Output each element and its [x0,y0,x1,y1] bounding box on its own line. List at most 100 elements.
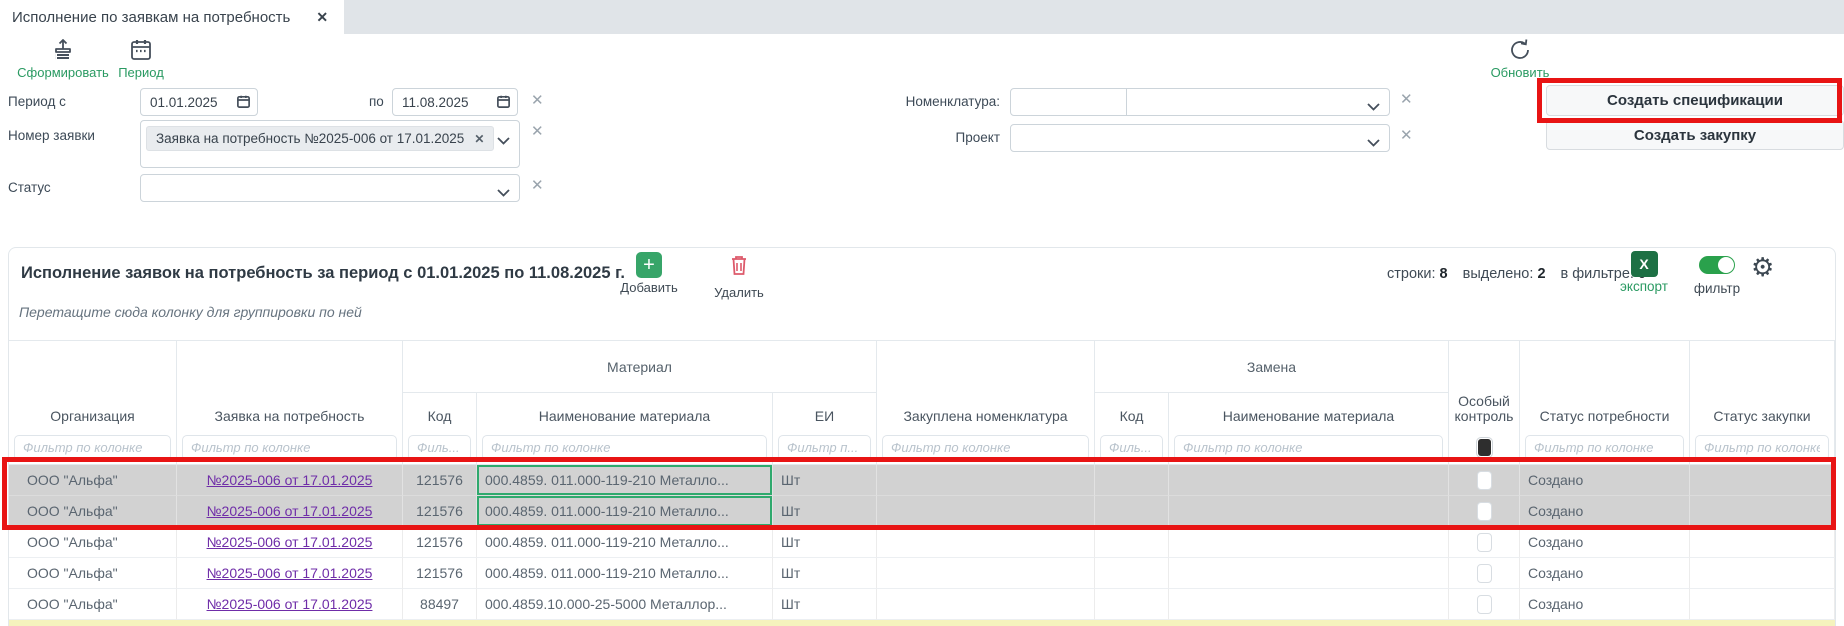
project-clear-icon[interactable]: ✕ [1400,126,1413,144]
nomenclature-select[interactable] [1010,88,1390,116]
cell-material-code[interactable]: 121576 [403,527,477,558]
chevron-down-icon[interactable] [1367,99,1380,114]
group-header-material[interactable]: Материал [403,341,877,393]
cell-replacement-material[interactable] [1169,496,1449,527]
delete-row-button[interactable]: Удалить [697,252,781,300]
cell-request[interactable]: №2025-006 от 17.01.2025 [177,465,403,496]
cell-request[interactable]: №2025-006 от 17.01.2025 [177,589,403,620]
create-specifications-button[interactable]: Создать спецификации [1546,85,1844,116]
special-control-filter-icon[interactable] [1478,439,1491,456]
cell-material[interactable]: 000.4859. 011.000-119-210 Металло... [477,496,773,527]
cell-special-control[interactable] [1449,496,1520,527]
cell-material[interactable]: 000.4859. 011.000-119-210 Металло... [477,527,773,558]
cell-unit[interactable]: Шт [773,558,877,589]
column-filter-replacement-name[interactable] [1174,435,1443,461]
request-link[interactable]: №2025-006 от 17.01.2025 [207,596,373,612]
cell-special-control[interactable] [1449,465,1520,496]
column-filter-organization[interactable] [14,435,171,461]
column-header-replacement-name[interactable]: Наименование материала [1169,393,1449,431]
special-control-checkbox[interactable] [1477,533,1492,552]
cell-need-status[interactable]: Создано [1520,527,1690,558]
period-to-input[interactable] [392,88,518,116]
cell-replacement-material[interactable] [1169,527,1449,558]
cell-purchase-status[interactable] [1690,527,1835,558]
special-control-checkbox[interactable] [1477,471,1492,490]
project-select[interactable] [1010,124,1390,152]
cell-unit[interactable]: Шт [773,465,877,496]
tab-close-icon[interactable]: ✕ [316,9,328,26]
column-header-unit[interactable]: ЕИ [773,393,877,431]
column-filter-purchased[interactable] [882,435,1089,461]
cell-organization[interactable]: ООО "Альфа" [9,527,177,558]
column-header-material-code[interactable]: Код [403,393,477,431]
cell-unit[interactable]: Шт [773,589,877,620]
cell-purchased[interactable] [877,589,1095,620]
chevron-down-icon[interactable] [497,133,510,148]
period-button[interactable]: Период [96,37,186,80]
column-filter-request[interactable] [182,435,397,461]
status-clear-icon[interactable]: ✕ [531,176,544,194]
export-excel-button[interactable]: X экспорт [1613,251,1675,294]
period-from-input[interactable] [140,88,258,116]
cell-special-control[interactable] [1449,558,1520,589]
column-filter-need-status[interactable] [1525,435,1684,461]
period-clear-icon[interactable]: ✕ [531,91,544,109]
column-filter-unit[interactable] [778,435,871,461]
add-row-button[interactable]: + Добавить [607,252,691,295]
status-select[interactable] [140,174,520,202]
cell-replacement-material[interactable] [1169,465,1449,496]
column-header-material-name[interactable]: Наименование материала [477,393,773,431]
cell-material-code[interactable]: 121576 [403,465,477,496]
cell-purchased[interactable] [877,527,1095,558]
request-link[interactable]: №2025-006 от 17.01.2025 [207,534,373,550]
cell-material[interactable]: 000.4859.10.000-25-5000 Металлор... [477,589,773,620]
cell-purchased[interactable] [877,558,1095,589]
cell-organization[interactable]: ООО "Альфа" [9,496,177,527]
request-number-multiselect[interactable]: Заявка на потребность №2025-006 от 17.01… [140,120,520,168]
column-filter-replacement-code[interactable] [1100,435,1163,461]
cell-replacement-material[interactable] [1169,589,1449,620]
create-purchase-button[interactable]: Создать закупку [1546,120,1844,150]
cell-purchase-status[interactable] [1690,465,1835,496]
column-header-purchased-nomenclature[interactable]: Закуплена номенклатура [877,393,1095,431]
cell-special-control[interactable] [1449,527,1520,558]
cell-purchased[interactable] [877,496,1095,527]
cell-replacement-code[interactable] [1095,589,1169,620]
request-chip-remove-icon[interactable]: ✕ [474,132,484,146]
cell-unit[interactable]: Шт [773,496,877,527]
special-control-checkbox[interactable] [1477,502,1492,521]
cell-replacement-code[interactable] [1095,558,1169,589]
cell-need-status[interactable]: Создано [1520,496,1690,527]
cell-need-status[interactable]: Создано [1520,589,1690,620]
chevron-down-icon[interactable] [497,185,510,200]
column-header-special-control[interactable]: Особый контроль [1449,393,1520,431]
tab-active[interactable]: Исполнение по заявкам на потребность ✕ [0,0,344,34]
refresh-button[interactable]: Обновить [1478,37,1562,80]
cell-organization[interactable]: ООО "Альфа" [9,589,177,620]
group-header-replacement[interactable]: Замена [1095,341,1449,393]
cell-organization[interactable]: ООО "Альфа" [9,558,177,589]
cell-material-code[interactable]: 121576 [403,496,477,527]
cell-need-status[interactable]: Создано [1520,558,1690,589]
column-header-organization[interactable]: Организация [9,393,177,431]
cell-material[interactable]: 000.4859. 011.000-119-210 Металло... [477,558,773,589]
column-header-request[interactable]: Заявка на потребность [177,393,403,431]
cell-special-control[interactable] [1449,589,1520,620]
cell-purchase-status[interactable] [1690,589,1835,620]
cell-need-status[interactable]: Создано [1520,465,1690,496]
cell-replacement-code[interactable] [1095,465,1169,496]
cell-replacement-code[interactable] [1095,496,1169,527]
cell-request[interactable]: №2025-006 от 17.01.2025 [177,558,403,589]
cell-purchase-status[interactable] [1690,496,1835,527]
cell-material-code[interactable]: 121576 [403,558,477,589]
cell-replacement-code[interactable] [1095,527,1169,558]
column-filter-purchase-status[interactable] [1695,435,1829,461]
nomenclature-clear-icon[interactable]: ✕ [1400,90,1413,108]
cell-material-code[interactable]: 88497 [403,589,477,620]
request-link[interactable]: №2025-006 от 17.01.2025 [207,503,373,519]
special-control-checkbox[interactable] [1477,595,1492,614]
cell-purchased[interactable] [877,465,1095,496]
gear-icon[interactable]: ⚙ [1751,254,1774,280]
chevron-down-icon[interactable] [1367,135,1380,150]
cell-material[interactable]: 000.4859. 011.000-119-210 Металло... [477,465,773,496]
